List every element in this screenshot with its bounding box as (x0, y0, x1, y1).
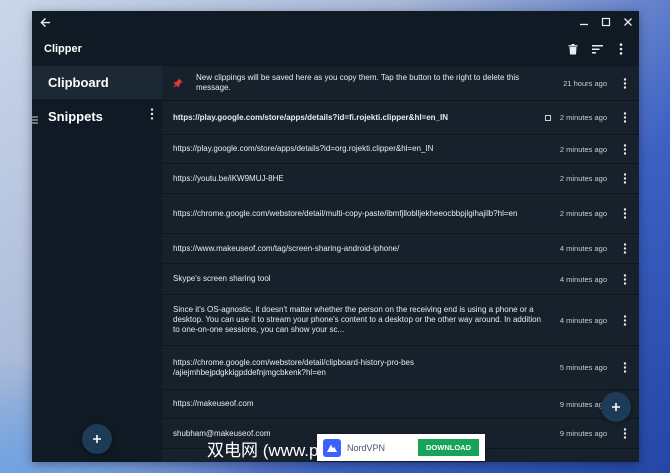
list-item[interactable]: Since it's OS-agnostic, it doesn't matte… (162, 295, 639, 346)
clip-time: 9 minutes ago (559, 399, 607, 409)
list-item[interactable]: https://www.makeuseof.com/tag/screen-sha… (162, 234, 639, 264)
list-item[interactable]: https://chrome.google.com/webstore/detai… (162, 194, 639, 234)
more-vert-icon[interactable] (621, 111, 629, 125)
more-vert-icon[interactable] (621, 427, 629, 441)
sidebar: Clipboard Snippets (32, 66, 162, 462)
title-bar (32, 11, 639, 33)
clip-time: 21 hours ago (563, 78, 607, 88)
maximize-button[interactable] (597, 13, 615, 31)
list-item[interactable]: https://play.google.com/store/apps/detai… (162, 101, 639, 135)
clippings-list: New clippings will be saved here as you … (162, 66, 639, 462)
plus-icon (612, 403, 620, 411)
clip-text: https://play.google.com/store/apps/detai… (173, 144, 434, 153)
drag-handle-icon[interactable] (32, 112, 38, 127)
app-bar: Clipper (32, 33, 639, 65)
minimize-button[interactable] (575, 13, 593, 31)
app-title: Clipper (44, 43, 82, 55)
clip-text: https://chrome.google.com/webstore/detai… (173, 357, 415, 377)
copied-indicator-icon (545, 114, 551, 121)
sidebar-item-snippets[interactable]: Snippets (32, 100, 162, 133)
ad-banner[interactable]: NordVPN DOWNLOAD (317, 434, 485, 461)
clip-time: 2 minutes ago (559, 113, 607, 122)
add-snippet-button[interactable] (82, 424, 112, 454)
list-item[interactable]: https://chrome.google.com/webstore/detai… (162, 346, 639, 390)
more-vert-icon[interactable] (150, 108, 154, 123)
clip-text: https://makeuseof.com (173, 399, 254, 408)
more-vert-icon[interactable] (621, 361, 629, 375)
ad-download-button[interactable]: DOWNLOAD (418, 439, 479, 456)
back-arrow-icon[interactable] (38, 15, 52, 29)
sidebar-item-clipboard[interactable]: Clipboard (32, 66, 162, 99)
list-item[interactable]: https://youtu.be/iKW9MUJ-8HE 2 minutes a… (162, 164, 639, 194)
more-vert-icon[interactable] (621, 242, 629, 256)
clip-text: https://chrome.google.com/webstore/detai… (173, 208, 518, 218)
more-vert-icon[interactable] (621, 207, 629, 221)
clipper-window: Clipper Clipboard Snippets New clippings… (32, 11, 639, 462)
trash-icon[interactable] (565, 41, 581, 57)
more-vert-icon[interactable] (621, 313, 629, 327)
sidebar-item-label: Snippets (48, 109, 103, 124)
more-vert-icon[interactable] (621, 272, 629, 286)
sidebar-item-label: Clipboard (48, 75, 109, 90)
pin-icon (173, 78, 183, 88)
ad-brand-name: NordVPN (347, 442, 386, 453)
list-item[interactable]: Skype's screen sharing tool 4 minutes ag… (162, 264, 639, 295)
plus-icon (93, 435, 101, 443)
more-vert-icon[interactable] (621, 172, 629, 186)
close-button[interactable] (619, 13, 637, 31)
list-item[interactable]: https://play.google.com/store/apps/detai… (162, 135, 639, 164)
clip-text: Skype's screen sharing tool (173, 274, 271, 283)
clip-time: 9 minutes ago (559, 429, 607, 438)
clip-time: 4 minutes ago (559, 244, 607, 253)
clip-text: New clippings will be saved here as you … (196, 73, 520, 92)
clip-time: 2 minutes ago (559, 209, 607, 218)
clip-text: https://youtu.be/iKW9MUJ-8HE (173, 173, 284, 183)
add-clip-button[interactable] (601, 392, 631, 422)
clip-text: Since it's OS-agnostic, it doesn't matte… (173, 305, 541, 334)
list-item[interactable]: https://makeuseof.com 9 minutes ago (162, 390, 639, 419)
clip-time: 4 minutes ago (559, 274, 607, 284)
more-vert-icon[interactable] (613, 41, 629, 57)
clip-time: 2 minutes ago (559, 144, 607, 154)
sort-icon[interactable] (589, 41, 605, 57)
clip-time: 2 minutes ago (559, 174, 607, 183)
clip-text: https://www.makeuseof.com/tag/screen-sha… (173, 243, 400, 253)
vpn-logo-icon (323, 438, 341, 457)
clip-time: 5 minutes ago (559, 363, 607, 372)
clip-time: 4 minutes ago (559, 315, 607, 325)
more-vert-icon[interactable] (621, 76, 629, 90)
clip-text: https://play.google.com/store/apps/detai… (173, 112, 449, 122)
more-vert-icon[interactable] (621, 142, 629, 156)
list-item[interactable]: New clippings will be saved here as you … (162, 66, 639, 101)
